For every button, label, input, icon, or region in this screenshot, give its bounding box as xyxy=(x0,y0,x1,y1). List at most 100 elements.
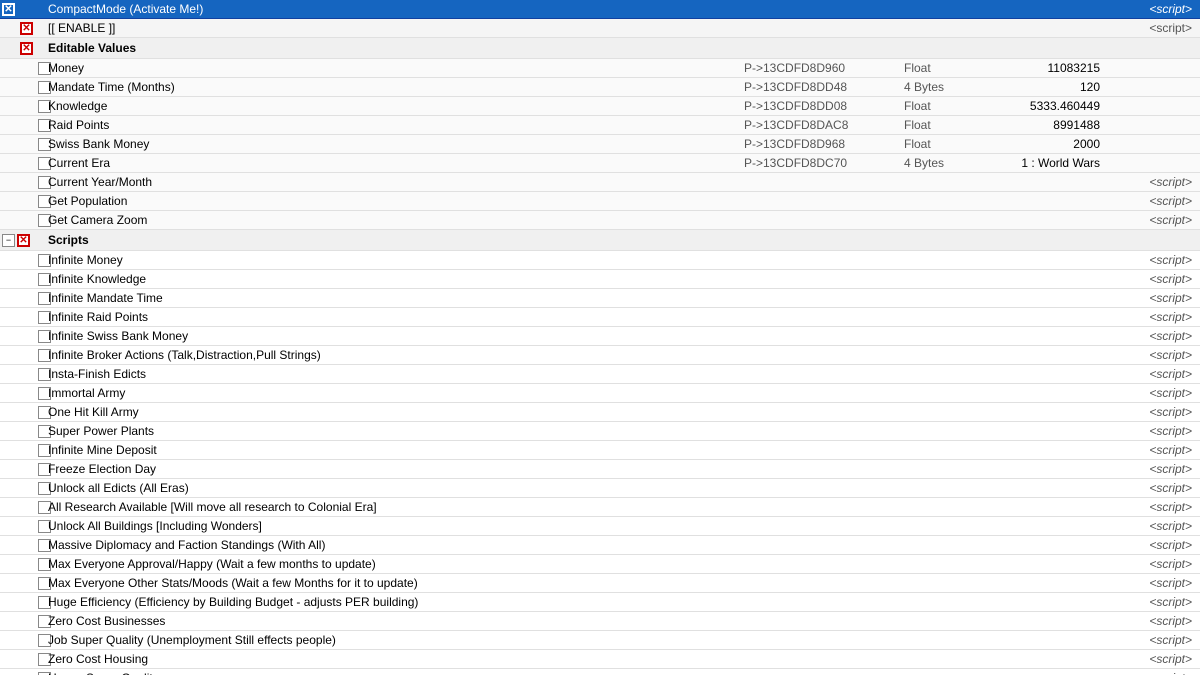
script-item-checkbox-cell[interactable] xyxy=(0,596,44,609)
script-item-checkbox-cell[interactable] xyxy=(0,254,44,267)
script-item-row[interactable]: Max Everyone Other Stats/Moods (Wait a f… xyxy=(0,574,1200,593)
script-item-row[interactable]: Massive Diplomacy and Faction Standings … xyxy=(0,536,1200,555)
script-item-checkbox-cell[interactable] xyxy=(0,672,44,675)
editable-item-value[interactable]: 2000 xyxy=(980,137,1110,151)
editable-item-row[interactable]: Mandate Time (Months)P->13CDFD8DD484 Byt… xyxy=(0,78,1200,97)
script-item-name: Super Power Plants xyxy=(44,424,740,438)
editable-item-checkbox-cell[interactable] xyxy=(0,119,44,132)
script-item-row[interactable]: Max Everyone Approval/Happy (Wait a few … xyxy=(0,555,1200,574)
script-item-checkbox-cell[interactable] xyxy=(0,482,44,495)
script-items-list: Infinite Money<script>Infinite Knowledge… xyxy=(0,251,1200,675)
script-item-name: Unlock All Buildings [Including Wonders] xyxy=(44,519,740,533)
script-item-checkbox-cell[interactable] xyxy=(0,501,44,514)
script-item-checkbox-cell[interactable] xyxy=(0,520,44,533)
editable-item-checkbox-cell[interactable] xyxy=(0,100,44,113)
script-item-script: <script> xyxy=(1110,595,1200,609)
editable-item-type: 4 Bytes xyxy=(900,80,980,94)
script-item-row[interactable]: Infinite Knowledge<script> xyxy=(0,270,1200,289)
script-item-script: <script> xyxy=(1110,462,1200,476)
script-item-checkbox-cell[interactable] xyxy=(0,406,44,419)
enable-checkbox-cell[interactable]: ✕ xyxy=(0,22,44,35)
editable-item-value[interactable]: 120 xyxy=(980,80,1110,94)
editable-item-checkbox-cell[interactable] xyxy=(0,176,44,189)
script-item-checkbox-cell[interactable] xyxy=(0,273,44,286)
editable-item-row[interactable]: Get Camera Zoom<script> xyxy=(0,211,1200,230)
editable-checkbox-cell[interactable]: ✕ xyxy=(0,42,44,55)
editable-item-value[interactable]: 5333.460449 xyxy=(980,99,1110,113)
editable-item-checkbox-cell[interactable] xyxy=(0,62,44,75)
script-item-row[interactable]: Job Super Quality (Unemployment Still ef… xyxy=(0,631,1200,650)
script-item-row[interactable]: One Hit Kill Army<script> xyxy=(0,403,1200,422)
script-item-name: Insta-Finish Edicts xyxy=(44,367,740,381)
script-item-checkbox-cell[interactable] xyxy=(0,444,44,457)
editable-item-value[interactable]: 1 : World Wars xyxy=(980,156,1110,170)
script-item-checkbox-cell[interactable] xyxy=(0,558,44,571)
editable-item-row[interactable]: Current EraP->13CDFD8DC704 Bytes1 : Worl… xyxy=(0,154,1200,173)
editable-item-row[interactable]: Raid PointsP->13CDFD8DAC8Float8991488 xyxy=(0,116,1200,135)
editable-item-row[interactable]: MoneyP->13CDFD8D960Float11083215 xyxy=(0,59,1200,78)
script-item-name: Huge Efficiency (Efficiency by Building … xyxy=(44,595,740,609)
editable-checkbox[interactable]: ✕ xyxy=(20,42,33,55)
script-item-row[interactable]: Huge Efficiency (Efficiency by Building … xyxy=(0,593,1200,612)
compact-mode-row[interactable]: ✕ CompactMode (Activate Me!) <script> xyxy=(0,0,1200,19)
editable-item-row[interactable]: Current Year/Month<script> xyxy=(0,173,1200,192)
editable-item-type: Float xyxy=(900,118,980,132)
script-item-row[interactable]: Zero Cost Housing<script> xyxy=(0,650,1200,669)
script-item-checkbox-cell[interactable] xyxy=(0,330,44,343)
script-item-row[interactable]: Immortal Army<script> xyxy=(0,384,1200,403)
script-item-checkbox-cell[interactable] xyxy=(0,387,44,400)
script-item-checkbox-cell[interactable] xyxy=(0,634,44,647)
editable-item-address: P->13CDFD8D968 xyxy=(740,137,900,151)
script-item-row[interactable]: Super Power Plants<script> xyxy=(0,422,1200,441)
compact-mode-checkbox-cell[interactable]: ✕ xyxy=(0,3,44,16)
editable-item-checkbox-cell[interactable] xyxy=(0,214,44,227)
script-item-row[interactable]: House Super Quality<script> xyxy=(0,669,1200,675)
script-item-checkbox-cell[interactable] xyxy=(0,539,44,552)
script-item-script: <script> xyxy=(1110,310,1200,324)
script-item-row[interactable]: All Research Available [Will move all re… xyxy=(0,498,1200,517)
script-item-row[interactable]: Infinite Mine Deposit<script> xyxy=(0,441,1200,460)
main-container: ✕ CompactMode (Activate Me!) <script> ✕ … xyxy=(0,0,1200,675)
script-item-row[interactable]: Unlock all Edicts (All Eras)<script> xyxy=(0,479,1200,498)
script-item-script: <script> xyxy=(1110,671,1200,675)
script-item-row[interactable]: Insta-Finish Edicts<script> xyxy=(0,365,1200,384)
script-item-checkbox-cell[interactable] xyxy=(0,292,44,305)
script-item-row[interactable]: Infinite Raid Points<script> xyxy=(0,308,1200,327)
script-item-checkbox-cell[interactable] xyxy=(0,368,44,381)
script-item-checkbox-cell[interactable] xyxy=(0,311,44,324)
script-item-checkbox-cell[interactable] xyxy=(0,349,44,362)
script-item-checkbox-cell[interactable] xyxy=(0,653,44,666)
editable-item-checkbox-cell[interactable] xyxy=(0,157,44,170)
editable-item-row[interactable]: Get Population<script> xyxy=(0,192,1200,211)
scripts-checkbox[interactable]: ✕ xyxy=(17,234,30,247)
scripts-tree-cell[interactable]: − ✕ xyxy=(0,234,44,247)
script-item-checkbox-cell[interactable] xyxy=(0,615,44,628)
editable-item-checkbox-cell[interactable] xyxy=(0,81,44,94)
scripts-expand-icon[interactable]: − xyxy=(2,234,15,247)
enable-checkbox[interactable]: ✕ xyxy=(20,22,33,35)
script-item-row[interactable]: Unlock All Buildings [Including Wonders]… xyxy=(0,517,1200,536)
editable-item-type: Float xyxy=(900,99,980,113)
script-item-checkbox-cell[interactable] xyxy=(0,577,44,590)
editable-item-row[interactable]: KnowledgeP->13CDFD8DD08Float5333.460449 xyxy=(0,97,1200,116)
script-item-row[interactable]: Infinite Swiss Bank Money<script> xyxy=(0,327,1200,346)
script-item-script: <script> xyxy=(1110,652,1200,666)
script-item-row[interactable]: Infinite Broker Actions (Talk,Distractio… xyxy=(0,346,1200,365)
editable-item-row[interactable]: Swiss Bank MoneyP->13CDFD8D968Float2000 xyxy=(0,135,1200,154)
script-item-row[interactable]: Freeze Election Day <script> xyxy=(0,460,1200,479)
editable-item-checkbox-cell[interactable] xyxy=(0,138,44,151)
script-item-name: Freeze Election Day xyxy=(44,462,740,476)
script-item-name: One Hit Kill Army xyxy=(44,405,740,419)
script-item-row[interactable]: Zero Cost Businesses<script> xyxy=(0,612,1200,631)
script-item-checkbox-cell[interactable] xyxy=(0,463,44,476)
enable-label: [[ ENABLE ]] xyxy=(44,21,740,35)
editable-item-value[interactable]: 11083215 xyxy=(980,61,1110,75)
script-item-row[interactable]: Infinite Money<script> xyxy=(0,251,1200,270)
script-item-checkbox-cell[interactable] xyxy=(0,425,44,438)
editable-item-value[interactable]: 8991488 xyxy=(980,118,1110,132)
script-item-row[interactable]: Infinite Mandate Time<script> xyxy=(0,289,1200,308)
compact-mode-checkbox[interactable]: ✕ xyxy=(2,3,15,16)
editable-item-type: Float xyxy=(900,137,980,151)
enable-row[interactable]: ✕ [[ ENABLE ]] <script> xyxy=(0,19,1200,38)
editable-item-checkbox-cell[interactable] xyxy=(0,195,44,208)
